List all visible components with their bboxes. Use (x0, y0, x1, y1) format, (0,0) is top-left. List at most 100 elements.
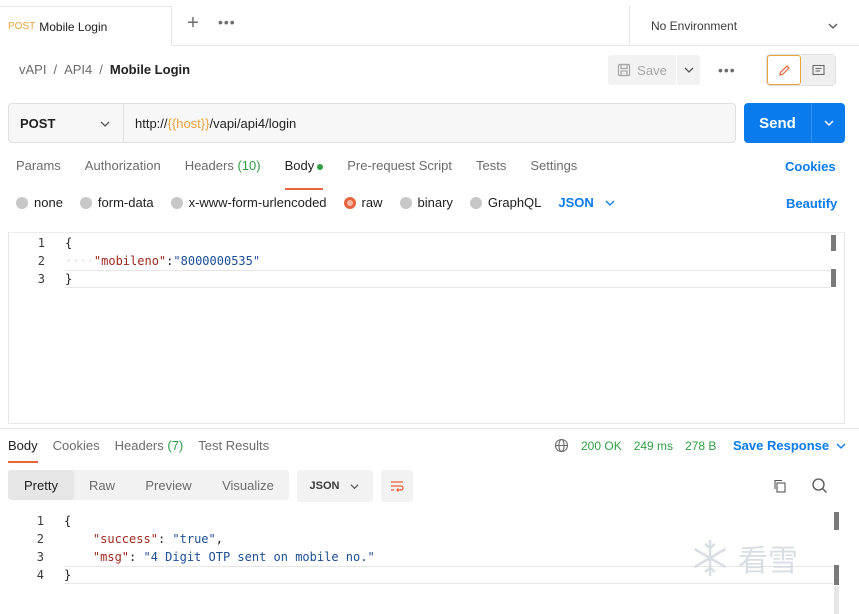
chevron-down-icon (836, 443, 846, 449)
tab-body[interactable]: Body (284, 158, 324, 190)
line-number: 1 (36, 514, 44, 528)
wrap-lines-button[interactable] (381, 470, 413, 502)
scrollbar-marker (831, 269, 836, 287)
request-tab-mobile-login[interactable]: POST Mobile Login (0, 6, 172, 46)
chevron-down-icon (350, 483, 360, 489)
code-line: "success": "true", (64, 532, 223, 546)
view-raw[interactable]: Raw (74, 470, 130, 500)
json-key: "msg" (92, 550, 130, 564)
snowflake-icon (693, 540, 727, 576)
response-tabs: Body Cookies Headers (7) Test Results (8, 438, 284, 463)
tab-authorization[interactable]: Authorization (85, 158, 161, 184)
radio-label: GraphQL (487, 195, 542, 210)
beautify-button[interactable]: Beautify (786, 196, 837, 211)
chevron-down-icon (605, 200, 615, 206)
code-line: } (64, 568, 71, 582)
tab-headers[interactable]: Headers (10) (185, 158, 261, 184)
raw-format-select[interactable]: JSON (558, 195, 615, 210)
headers-count: (10) (237, 158, 261, 173)
scrollbar-thumb[interactable] (831, 235, 836, 251)
copy-icon[interactable] (772, 478, 788, 494)
request-body-editor[interactable]: 1 2 3 { ····"mobileno":"8000000535" } (8, 232, 845, 424)
breadcrumb: vAPI / API4 / Mobile Login (19, 62, 190, 77)
tab-pre-request-script[interactable]: Pre-request Script (347, 158, 452, 184)
scrollbar-track[interactable] (834, 586, 839, 614)
json-value: "true" (172, 532, 216, 546)
tab-body-label: Body (284, 158, 315, 173)
chevron-down-icon (684, 67, 693, 73)
watermark-text: 看雪 (738, 544, 798, 579)
radio-graphql[interactable]: GraphQL (469, 195, 542, 210)
tab-tests[interactable]: Tests (476, 158, 506, 184)
json-brace: { (64, 514, 72, 528)
response-format-select[interactable]: JSON (297, 470, 373, 502)
breadcrumb-folder[interactable]: API4 (64, 62, 92, 77)
url-input[interactable]: http://{{host}}/vapi/api4/login (123, 103, 736, 143)
json-key: "mobileno" (93, 254, 167, 268)
radio-label: x-www-form-urlencoded (188, 195, 327, 210)
save-button-group: Save (608, 55, 702, 85)
url-variable-host[interactable]: {{host}} (168, 116, 210, 131)
radio-raw[interactable]: raw (343, 195, 383, 210)
line-number: 1 (37, 236, 45, 250)
breadcrumb-current[interactable]: Mobile Login (110, 62, 190, 77)
save-response-button[interactable]: Save Response (733, 438, 847, 453)
new-tab-plus-icon[interactable]: + (184, 13, 202, 33)
indent-guide: ···· (65, 254, 94, 268)
response-tab-cookies[interactable]: Cookies (53, 438, 100, 460)
radio-dot (469, 196, 482, 209)
line-number: 2 (36, 532, 44, 546)
save-dropdown-button[interactable] (676, 55, 700, 85)
chevron-down-icon (100, 121, 110, 127)
json-key: "success" (92, 532, 158, 546)
view-visualize[interactable]: Visualize (207, 470, 289, 500)
response-tab-body[interactable]: Body (8, 438, 38, 463)
send-dropdown-button[interactable] (811, 103, 845, 143)
documentation-mode-button[interactable] (801, 55, 835, 85)
radio-dot-selected (343, 196, 356, 209)
watermark: 看雪 (688, 536, 798, 580)
scrollbar-thumb[interactable] (834, 512, 839, 530)
pencil-icon (778, 64, 790, 76)
view-preview[interactable]: Preview (130, 470, 207, 500)
raw-format-label: JSON (558, 195, 594, 210)
radio-form-data[interactable]: form-data (79, 195, 154, 210)
more-options-icon[interactable]: ••• (718, 62, 736, 78)
url-path: /vapi/api4/login (209, 115, 297, 131)
response-time[interactable]: 249 ms (634, 439, 673, 453)
tab-settings[interactable]: Settings (530, 158, 577, 184)
status-code[interactable]: 200 OK (581, 439, 622, 453)
url-prefix: http:// (135, 115, 168, 131)
globe-icon[interactable] (554, 438, 569, 453)
code-line: } (65, 272, 72, 286)
cookies-link[interactable]: Cookies (785, 159, 836, 174)
response-tab-headers[interactable]: Headers (7) (115, 438, 184, 460)
response-size[interactable]: 278 B (685, 439, 716, 453)
tab-headers-label: Headers (184, 158, 234, 173)
tab-method-badge: POST (8, 21, 36, 32)
breadcrumb-collection[interactable]: vAPI (19, 62, 46, 77)
response-meta: 200 OK 249 ms 278 B (554, 438, 716, 453)
json-value: "4 Digit OTP sent on mobile no." (143, 550, 375, 564)
send-button[interactable]: Send (744, 103, 811, 143)
tab-more-options-icon[interactable]: ••• (218, 14, 236, 30)
view-pretty[interactable]: Pretty (8, 470, 74, 500)
json-brace: } (64, 568, 72, 582)
json-brace: } (65, 272, 73, 286)
save-button[interactable]: Save (608, 55, 676, 85)
code-line: { (65, 236, 72, 250)
radio-none[interactable]: none (16, 195, 63, 210)
pane-divider[interactable] (0, 428, 859, 429)
http-method-select[interactable]: POST (8, 103, 124, 143)
radio-urlencoded[interactable]: x-www-form-urlencoded (170, 195, 327, 210)
radio-dot (170, 196, 183, 209)
search-icon[interactable] (811, 477, 828, 494)
environment-selector[interactable]: No Environment (629, 6, 859, 46)
tab-params[interactable]: Params (16, 158, 61, 184)
chevron-down-icon (828, 23, 838, 29)
edit-mode-button[interactable] (767, 55, 801, 85)
chevron-down-icon (824, 120, 833, 126)
response-tab-test-results[interactable]: Test Results (198, 438, 269, 460)
radio-binary[interactable]: binary (399, 195, 453, 210)
